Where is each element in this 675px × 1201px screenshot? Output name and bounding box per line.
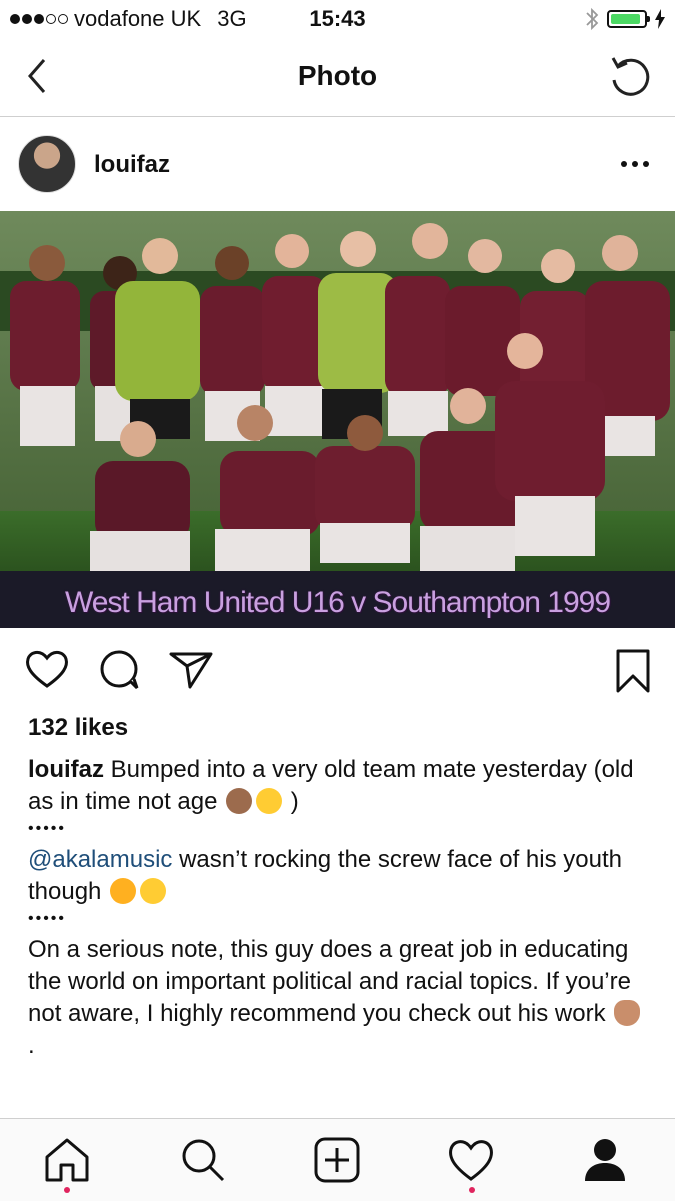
ok-hand-emoji-icon <box>614 1000 641 1026</box>
laughing-tears-emoji-icon <box>256 788 283 814</box>
add-icon[interactable] <box>312 1135 362 1185</box>
send-icon[interactable] <box>168 650 214 690</box>
charging-icon <box>655 9 665 29</box>
post-caption: louifaz Bumped into a very old team mate… <box>28 754 648 1062</box>
bookmark-icon[interactable] <box>614 648 652 694</box>
likes-count[interactable]: 132 likes <box>28 714 128 742</box>
activity-notification-dot <box>469 1187 475 1193</box>
separator-dots: ••••• <box>28 820 67 837</box>
status-bar: vodafone UK 3G 15:43 <box>0 0 675 38</box>
angry-face-emoji-icon <box>110 878 137 904</box>
mention-link[interactable]: @akalamusic <box>28 846 172 873</box>
caption-line-1: Bumped into a very old team mate yesterd… <box>28 756 634 815</box>
more-options-icon[interactable] <box>621 161 649 167</box>
team-photo-image <box>0 211 675 628</box>
battery-icon <box>607 10 650 28</box>
status-time: 15:43 <box>309 6 366 31</box>
avatar[interactable] <box>18 135 76 193</box>
bottom-tab-bar <box>0 1118 675 1201</box>
activity-heart-icon[interactable] <box>446 1135 496 1185</box>
separator-dots: ••••• <box>28 910 67 927</box>
search-icon[interactable] <box>178 1135 228 1185</box>
heart-icon[interactable] <box>24 648 70 690</box>
caption-line-3: On a serious note, this guy does a great… <box>28 936 631 1027</box>
caption-username[interactable]: louifaz <box>28 756 104 783</box>
caption-line-1-end: ) <box>290 788 299 815</box>
post-photo[interactable]: West Ham United U16 v Southampton 1999 <box>0 211 675 628</box>
bluetooth-icon <box>586 7 599 31</box>
profile-icon[interactable] <box>580 1135 630 1185</box>
home-icon[interactable] <box>42 1135 92 1185</box>
post-actions <box>0 628 675 714</box>
refresh-icon[interactable] <box>607 54 653 100</box>
photo-caption: West Ham United U16 v Southampton 1999 <box>64 586 611 619</box>
caption-trailing-dot: . <box>28 1032 35 1059</box>
page-title: Photo <box>297 60 378 91</box>
comment-icon[interactable] <box>97 648 143 692</box>
navigation-bar: Photo <box>0 38 675 117</box>
home-notification-dot <box>64 1187 70 1193</box>
post-header: louifaz <box>0 117 675 211</box>
older-man-emoji-icon <box>226 788 253 814</box>
laughing-tears-emoji-icon <box>140 878 167 904</box>
post-username[interactable]: louifaz <box>94 151 170 179</box>
